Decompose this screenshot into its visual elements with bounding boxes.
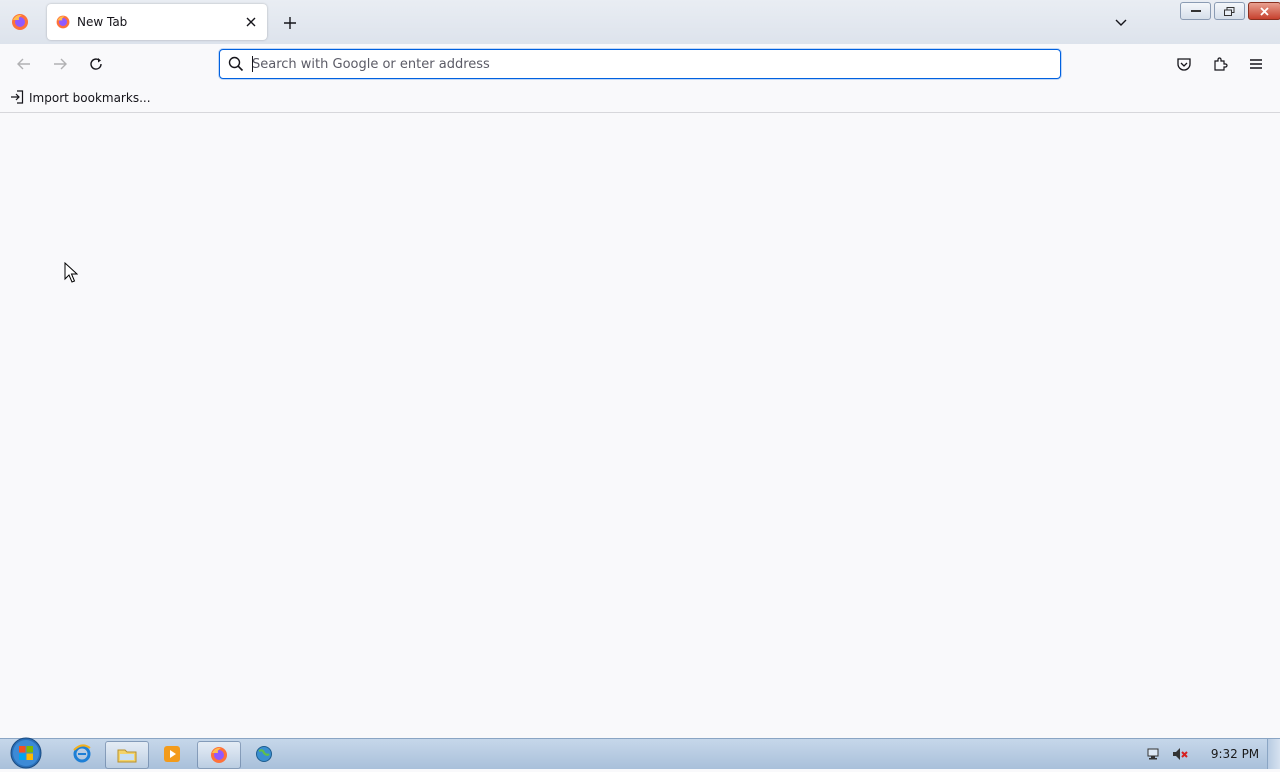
firefox-icon: [55, 14, 71, 30]
tab-strip: New Tab: [0, 0, 1280, 44]
import-icon: [10, 89, 24, 107]
forward-button[interactable]: [48, 52, 72, 76]
navigation-toolbar: [0, 44, 1280, 84]
firefox-view-icon[interactable]: [10, 12, 30, 32]
taskbar-clock[interactable]: 9:32 PM: [1203, 747, 1267, 761]
list-all-tabs-button[interactable]: [1110, 12, 1132, 34]
back-button[interactable]: [12, 52, 36, 76]
start-button[interactable]: [8, 737, 44, 769]
media-player-icon[interactable]: [151, 741, 193, 767]
close-window-button[interactable]: [1248, 2, 1280, 20]
file-explorer-icon[interactable]: [105, 741, 149, 769]
tab-title: New Tab: [77, 15, 128, 29]
tab-new-tab[interactable]: New Tab: [47, 4, 267, 40]
minimize-button[interactable]: [1180, 2, 1211, 20]
system-tray: 9:32 PM: [1145, 739, 1280, 769]
new-tab-page: [0, 113, 1280, 737]
firefox-taskbar-icon[interactable]: [197, 741, 241, 769]
import-bookmarks-label: Import bookmarks...: [29, 91, 151, 105]
address-input[interactable]: [252, 53, 1042, 75]
import-bookmarks-button[interactable]: Import bookmarks...: [10, 89, 151, 107]
text-caret: [252, 56, 253, 72]
window-controls: [1180, 2, 1280, 20]
restore-button[interactable]: [1214, 2, 1245, 20]
new-tab-button[interactable]: [279, 12, 301, 34]
search-icon: [228, 56, 244, 72]
app-menu-button[interactable]: [1244, 52, 1268, 76]
internet-explorer-icon[interactable]: [61, 741, 103, 767]
bookmarks-toolbar: Import bookmarks...: [0, 84, 1280, 113]
close-tab-icon[interactable]: [241, 12, 261, 32]
pocket-button[interactable]: [1172, 52, 1196, 76]
volume-muted-icon[interactable]: [1171, 745, 1189, 763]
network-icon[interactable]: [1145, 745, 1163, 763]
show-desktop-button[interactable]: [1267, 739, 1280, 769]
mouse-pointer-icon: [64, 261, 79, 284]
extensions-button[interactable]: [1208, 52, 1232, 76]
reload-button[interactable]: [84, 52, 108, 76]
taskbar: 9:32 PM: [0, 737, 1280, 769]
network-globe-icon[interactable]: [243, 741, 285, 767]
address-bar[interactable]: [219, 49, 1061, 79]
